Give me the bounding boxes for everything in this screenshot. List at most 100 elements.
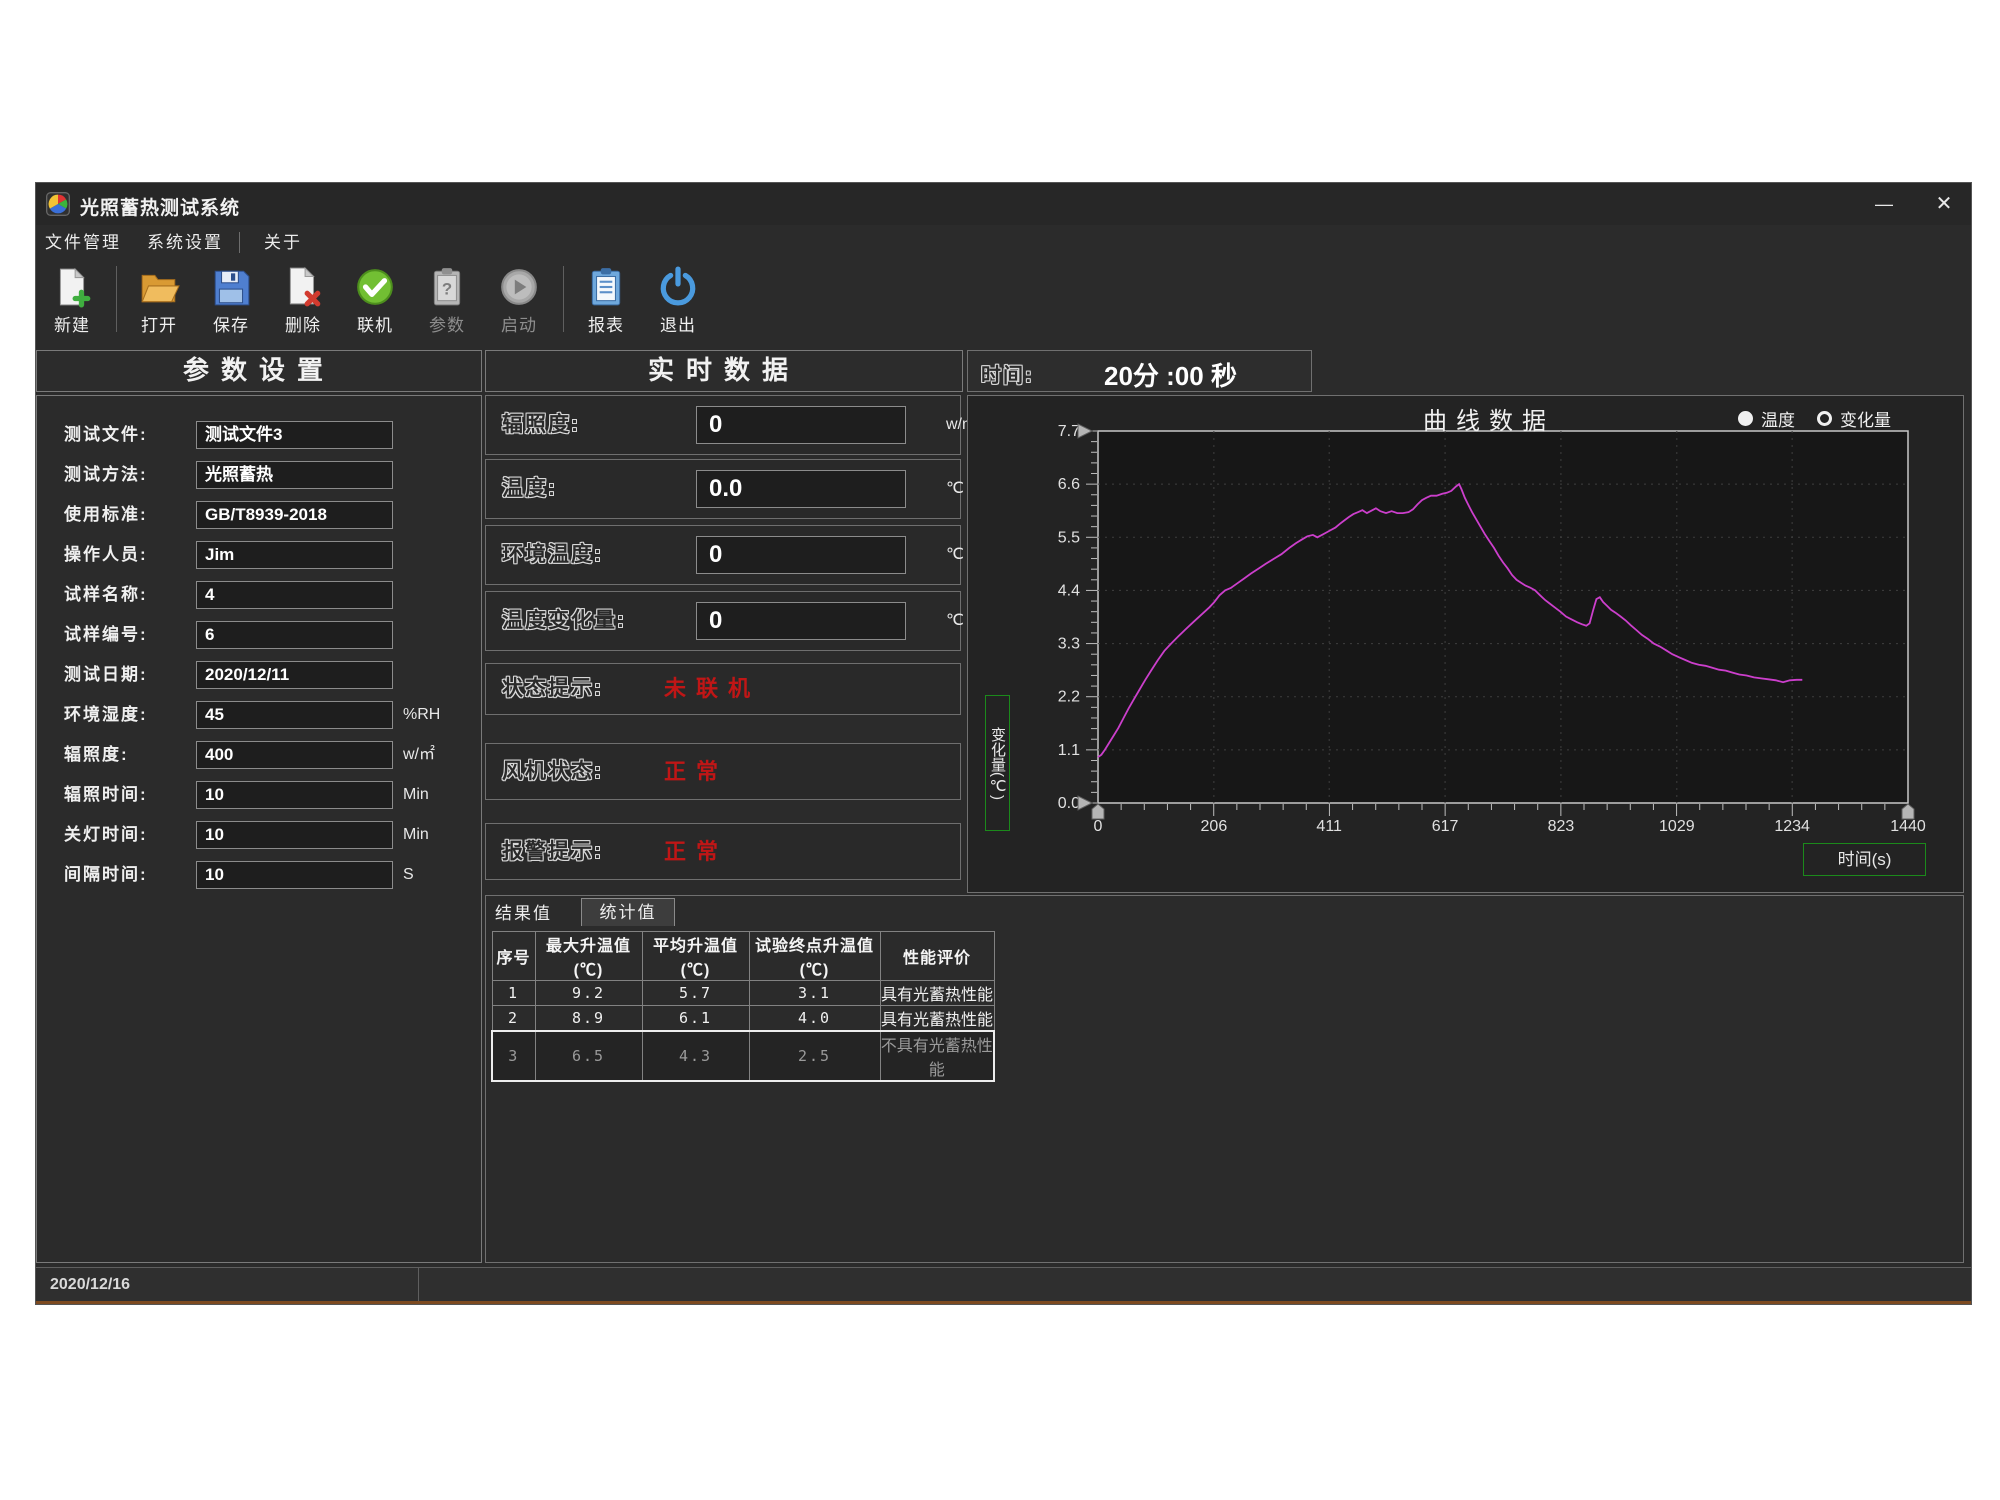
table-cell: 2.5 xyxy=(749,1031,880,1081)
x-tick-label: 411 xyxy=(1316,818,1342,835)
realtime-panel-header: 实时数据 xyxy=(485,350,963,392)
param-unit-8: w/㎡ xyxy=(403,741,435,769)
realtime-unit-2: ℃ xyxy=(946,526,964,584)
new-doc-button[interactable]: 新建 xyxy=(40,260,104,336)
param-label-3: 操作人员: xyxy=(64,541,148,569)
time-label: 时间: xyxy=(981,359,1034,388)
param-input-1[interactable]: 光照蓄热 xyxy=(196,461,393,489)
param-input-3[interactable]: Jim xyxy=(196,541,393,569)
realtime-row-2: 环境温度:0℃ xyxy=(485,525,961,585)
results-table: 序号最大升温值(℃)平均升温值(℃)试验终点升温值(℃)性能评价19.25.73… xyxy=(491,931,995,1082)
table-cell: 8.9 xyxy=(535,1006,642,1032)
y-axis-cursor-handle[interactable] xyxy=(1078,424,1092,438)
table-cell: 具有光蓄热性能 xyxy=(880,981,994,1006)
delete-doc-icon xyxy=(282,266,324,308)
svg-text:?: ? xyxy=(442,279,452,298)
y-tick-label: 6.6 xyxy=(1058,476,1080,493)
realtime-label-6: 报警提示: xyxy=(502,824,603,879)
x-axis-cursor-handle[interactable] xyxy=(1092,804,1104,819)
param-input-6[interactable]: 2020/12/11 xyxy=(196,661,393,689)
param-label-8: 辐照度: xyxy=(64,741,129,769)
column-header-3: 试验终点升温值(℃) xyxy=(749,932,880,981)
time-value: 20分 :00 秒 xyxy=(1104,356,1237,393)
legend-label-0[interactable]: 温度 xyxy=(1761,406,1795,431)
param-input-4[interactable]: 4 xyxy=(196,581,393,609)
close-button[interactable]: ✕ xyxy=(1922,183,1966,225)
open-folder-button[interactable]: 打开 xyxy=(127,260,191,336)
screen-background: 光照蓄热测试系统 — ✕ 文件管理系统设置关于 新建打开保存删除联机?参数启动报… xyxy=(0,0,2000,1500)
params-panel-header: 参数设置 xyxy=(36,350,482,392)
table-row-2[interactable]: 28.96.14.0具有光蓄热性能 xyxy=(492,1006,994,1032)
legend-label-1[interactable]: 变化量 xyxy=(1840,406,1891,431)
menubar: 文件管理系统设置 关于 xyxy=(36,225,1971,260)
param-input-10[interactable]: 10 xyxy=(196,821,393,849)
toolbar: 新建打开保存删除 联机? 参数 启动 报表退出 xyxy=(36,260,1971,348)
param-input-0[interactable]: 测试文件3 xyxy=(196,421,393,449)
param-input-7[interactable]: 45 xyxy=(196,701,393,729)
status-value-5: 正常 xyxy=(664,744,728,799)
online-check-icon xyxy=(354,266,396,308)
realtime-unit-3: ℃ xyxy=(946,592,964,650)
report-clipboard-button[interactable]: 报表 xyxy=(574,260,638,336)
param-input-2[interactable]: GB/T8939-2018 xyxy=(196,501,393,529)
table-cell: 2 xyxy=(492,1006,535,1032)
x-tick-label: 1234 xyxy=(1774,818,1810,835)
toolbar-button-label: 联机 xyxy=(357,311,393,336)
results-panel: 结果值统计值 序号最大升温值(℃)平均升温值(℃)试验终点升温值(℃)性能评价1… xyxy=(485,895,1964,1263)
minimize-button[interactable]: — xyxy=(1862,183,1906,225)
param-label-6: 测试日期: xyxy=(64,661,148,689)
delete-doc-button[interactable]: 删除 xyxy=(271,260,335,336)
param-input-8[interactable]: 400 xyxy=(196,741,393,769)
param-input-9[interactable]: 10 xyxy=(196,781,393,809)
param-unit-9: Min xyxy=(403,781,429,809)
toolbar-button-label: 参数 xyxy=(429,311,465,336)
param-label-2: 使用标准: xyxy=(64,501,148,529)
realtime-row-5: 风机状态:正常 xyxy=(485,743,961,800)
toolbar-button-label: 删除 xyxy=(285,311,321,336)
y-tick-label: 7.7 xyxy=(1058,423,1080,440)
realtime-panel-title: 实时数据 xyxy=(648,356,800,385)
realtime-row-4: 状态提示: 未联机 xyxy=(485,663,961,715)
param-input-11[interactable]: 10 xyxy=(196,861,393,889)
online-check-button[interactable]: 联机 xyxy=(343,260,407,336)
tab-results[interactable]: 结果值 xyxy=(495,901,552,927)
toolbar-button-label: 启动 xyxy=(501,311,537,336)
titlebar: 光照蓄热测试系统 — ✕ xyxy=(36,183,1971,225)
toolbar-button-label: 退出 xyxy=(660,311,696,336)
y-tick-label: 0.0 xyxy=(1058,795,1080,812)
menu-item-0[interactable]: 文件管理 xyxy=(45,225,121,260)
legend-radio-icon-1[interactable] xyxy=(1817,411,1832,426)
statusbar: 2020/12/16 xyxy=(36,1267,1971,1301)
y-axis-label: 变化量(℃) xyxy=(985,695,1010,831)
menu-item-1[interactable]: 系统设置 xyxy=(147,225,223,260)
realtime-value-0: 0 xyxy=(696,406,906,444)
exit-power-button[interactable]: 退出 xyxy=(646,260,710,336)
table-row-3[interactable]: 36.54.32.5不具有光蓄热性能 xyxy=(492,1031,994,1081)
toolbar-button-label: 打开 xyxy=(141,311,177,336)
realtime-label-4: 状态提示: xyxy=(502,664,603,714)
realtime-row-6: 报警提示:正常 xyxy=(485,823,961,880)
tab-statistics[interactable]: 统计值 xyxy=(581,898,675,926)
table-row-1[interactable]: 19.25.73.1具有光蓄热性能 xyxy=(492,981,994,1006)
open-folder-icon xyxy=(138,266,180,308)
param-input-5[interactable]: 6 xyxy=(196,621,393,649)
elapsed-time-bar: 时间: 20分 :00 秒 xyxy=(967,350,1312,392)
table-cell: 3.1 xyxy=(749,981,880,1006)
menu-item-2[interactable]: 关于 xyxy=(264,225,302,260)
legend-radio-icon-0[interactable] xyxy=(1738,411,1753,426)
status-value-4: 未联机 xyxy=(664,664,760,714)
y-axis-cursor-handle[interactable] xyxy=(1078,796,1092,810)
save-floppy-button[interactable]: 保存 xyxy=(199,260,263,336)
x-axis-cursor-handle[interactable] xyxy=(1902,804,1914,819)
chart-title: 曲线数据 xyxy=(1423,401,1555,436)
param-label-4: 试样名称: xyxy=(64,581,148,609)
realtime-label-1: 温度: xyxy=(502,460,557,518)
realtime-value-3: 0 xyxy=(696,602,906,640)
param-label-10: 关灯时间: xyxy=(64,821,148,849)
toolbar-separator xyxy=(563,266,564,332)
table-cell: 5.7 xyxy=(642,981,749,1006)
param-label-7: 环境湿度: xyxy=(64,701,148,729)
table-cell: 4.0 xyxy=(749,1006,880,1032)
param-unit-10: Min xyxy=(403,821,429,849)
x-tick-label: 823 xyxy=(1548,818,1575,835)
